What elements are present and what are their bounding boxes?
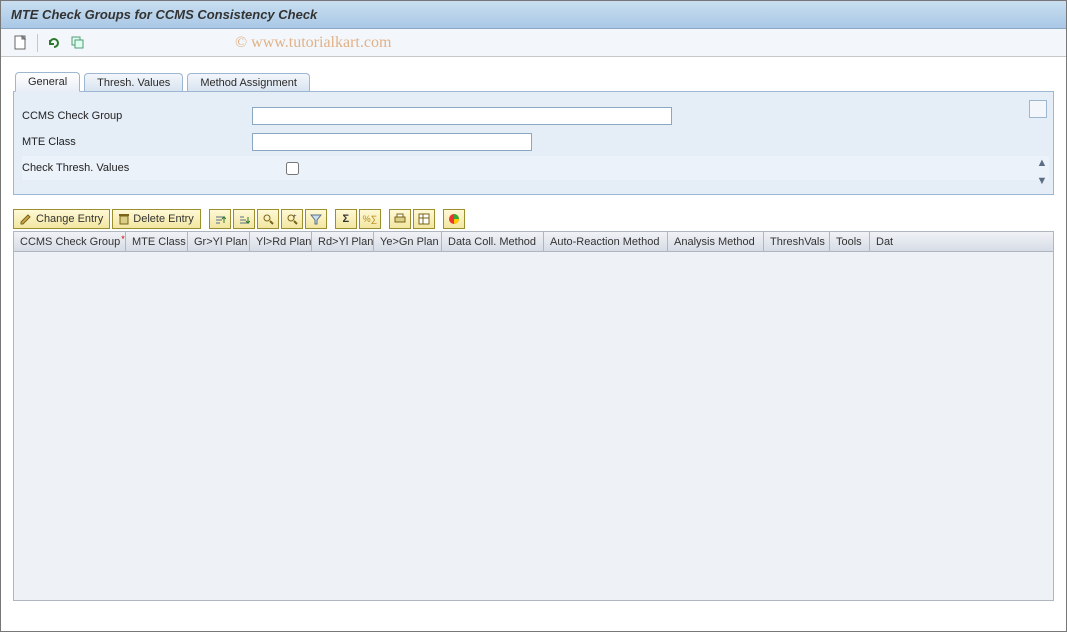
row-ccms-check-group: CCMS Check Group <box>22 104 1049 128</box>
tab-panel-general: CCMS Check Group MTE Class Check Thresh.… <box>13 91 1054 195</box>
change-entry-button[interactable]: Change Entry <box>13 209 110 229</box>
subtotal-icon: %∑ <box>363 214 377 224</box>
tab-general[interactable]: General <box>15 72 80 92</box>
input-ccms-check-group[interactable] <box>252 107 672 125</box>
col-mte-class[interactable]: MTE Class <box>126 232 188 251</box>
delete-entry-label: Delete Entry <box>133 213 194 225</box>
col-rd-yl-plan[interactable]: Rd>Yl Plan <box>312 232 374 251</box>
subtotal-button[interactable]: %∑ <box>359 209 381 229</box>
label-check-thresh: Check Thresh. Values <box>22 162 252 174</box>
data-grid: CCMS Check Group* MTE Class Gr>Yl Plan Y… <box>13 231 1054 601</box>
layout-icon <box>418 213 430 225</box>
col-dat[interactable]: Dat <box>870 232 898 251</box>
find-button[interactable] <box>257 209 279 229</box>
sort-asc-button[interactable] <box>209 209 231 229</box>
col-ye-gn-plan[interactable]: Ye>Gn Plan <box>374 232 442 251</box>
change-entry-label: Change Entry <box>36 213 103 225</box>
sort-asc-icon <box>214 213 226 225</box>
col-data-coll-method[interactable]: Data Coll. Method <box>442 232 544 251</box>
panel-scroll-up-icon[interactable]: ▲ <box>1035 156 1049 170</box>
filter-button[interactable] <box>305 209 327 229</box>
trash-icon <box>119 213 129 225</box>
tab-general-label: General <box>28 76 67 88</box>
panel-options-button[interactable] <box>1029 100 1047 118</box>
title-bar: MTE Check Groups for CCMS Consistency Ch… <box>1 1 1066 29</box>
input-mte-class[interactable] <box>252 133 532 151</box>
chart-icon <box>448 213 460 225</box>
tab-method-label: Method Assignment <box>200 77 297 89</box>
sort-desc-icon <box>238 213 250 225</box>
copy-icon[interactable] <box>70 35 86 51</box>
app-toolbar <box>1 29 1066 57</box>
filter-icon <box>310 213 322 225</box>
find-icon <box>262 213 274 225</box>
delete-entry-button[interactable]: Delete Entry <box>112 209 201 229</box>
sum-icon: Σ <box>342 213 349 225</box>
row-check-thresh: Check Thresh. Values <box>22 156 1049 180</box>
sort-desc-button[interactable] <box>233 209 255 229</box>
label-ccms-check-group: CCMS Check Group <box>22 110 252 122</box>
print-button[interactable] <box>389 209 411 229</box>
find-next-button[interactable]: + <box>281 209 303 229</box>
row-mte-class: MTE Class <box>22 130 1049 154</box>
col-ccms-check-group[interactable]: CCMS Check Group* <box>14 232 126 251</box>
sum-button[interactable]: Σ <box>335 209 357 229</box>
find-next-icon: + <box>286 213 298 225</box>
print-icon <box>394 213 406 225</box>
grid-toolbar: Change Entry Delete Entry + Σ %∑ <box>13 209 1054 229</box>
new-page-icon[interactable] <box>13 35 29 51</box>
panel-scroll-down-icon[interactable]: ▼ <box>1035 174 1049 188</box>
checkbox-check-thresh[interactable] <box>286 162 299 175</box>
grid-header-row: CCMS Check Group* MTE Class Gr>Yl Plan Y… <box>14 232 1053 252</box>
pencil-icon <box>20 213 32 225</box>
refresh-icon[interactable] <box>46 35 62 51</box>
col-auto-reaction[interactable]: Auto-Reaction Method <box>544 232 668 251</box>
layout-button[interactable] <box>413 209 435 229</box>
col-yl-rd-plan[interactable]: Yl>Rd Plan <box>250 232 312 251</box>
col-gr-yl-plan[interactable]: Gr>Yl Plan <box>188 232 250 251</box>
svg-text:+: + <box>293 214 297 220</box>
content-area: General Thresh. Values Method Assignment… <box>1 57 1066 601</box>
col-tools[interactable]: Tools <box>830 232 870 251</box>
col-threshvals[interactable]: ThreshVals <box>764 232 830 251</box>
grid-body[interactable] <box>14 252 1053 600</box>
window-title: MTE Check Groups for CCMS Consistency Ch… <box>11 7 317 22</box>
tab-strip: General Thresh. Values Method Assignment <box>15 71 1060 91</box>
tab-thresh-label: Thresh. Values <box>97 77 170 89</box>
chart-button[interactable] <box>443 209 465 229</box>
tab-method-assignment[interactable]: Method Assignment <box>187 73 310 92</box>
tab-thresh-values[interactable]: Thresh. Values <box>84 73 183 92</box>
col-analysis-method[interactable]: Analysis Method <box>668 232 764 251</box>
label-mte-class: MTE Class <box>22 136 252 148</box>
